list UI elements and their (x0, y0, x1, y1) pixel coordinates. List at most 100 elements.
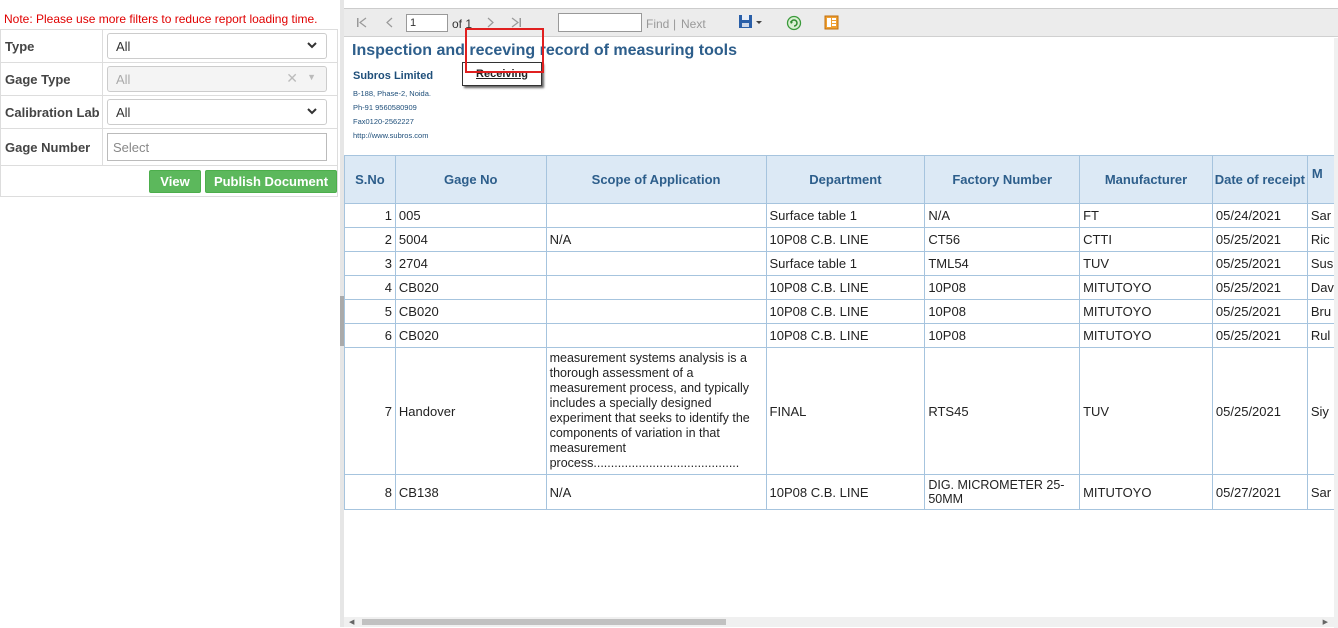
filter-row-type: Type All (1, 30, 337, 63)
table-cell-gage: 005 (394, 203, 547, 228)
report-page: Inspection and receving record of measur… (344, 38, 1338, 618)
column-header[interactable]: Date of receipt (1211, 155, 1308, 204)
table-cell-mfr: MITUTOYO (1079, 474, 1213, 510)
filter-form: Type All Gage Type All ✕ ▼ Calibration L… (0, 29, 338, 197)
table-cell-dept: Surface table 1 (765, 203, 926, 228)
gage-type-select[interactable]: All ✕ ▼ (107, 66, 327, 92)
loading-note: Note: Please use more filters to reduce … (4, 12, 318, 26)
table-cell-gage: CB020 (394, 323, 547, 348)
scrollbar-thumb[interactable] (362, 619, 726, 625)
table-cell-date: 05/25/2021 (1211, 275, 1308, 300)
table-cell-dept: FINAL (765, 347, 926, 475)
table-cell-gage: CB138 (394, 474, 547, 510)
clear-icon[interactable]: ✕ (286, 70, 298, 87)
column-header[interactable]: Scope of Application (545, 155, 767, 204)
table-cell-mfr: CTTI (1079, 227, 1213, 252)
table-cell-scope (545, 203, 767, 228)
table-cell-scope: measurement systems analysis is a thorou… (545, 347, 767, 475)
column-header[interactable]: M (1306, 155, 1338, 204)
table-cell-mfr: TUV (1079, 251, 1213, 276)
column-header[interactable]: Gage No (394, 155, 547, 204)
scroll-left-icon[interactable]: ◀ (349, 618, 354, 626)
page-number-input[interactable]: 1 (406, 14, 448, 32)
table-cell-dept: 10P08 C.B. LINE (765, 474, 926, 510)
chevron-down-icon (307, 108, 317, 115)
column-header[interactable]: S.No (344, 155, 396, 204)
table-cell-date: 05/25/2021 (1211, 299, 1308, 324)
company-fax: Fax0120-2562227 (353, 117, 414, 126)
table-cell-extra: Siy (1306, 347, 1338, 475)
scroll-right-icon[interactable]: ▶ (1323, 618, 1328, 626)
view-button[interactable]: View (149, 170, 201, 193)
find-link[interactable]: Find (646, 17, 669, 31)
company-web[interactable]: http://www.subros.com (353, 131, 433, 140)
publish-document-button[interactable]: Publish Document (205, 170, 337, 193)
horizontal-scrollbar[interactable]: ◀ ▶ (344, 617, 1338, 627)
prev-page-icon[interactable] (384, 17, 395, 28)
company-address: B-188, Phase-2, Noida. (353, 89, 431, 98)
refresh-icon[interactable] (786, 15, 802, 31)
table-row: 6 CB020 10P08 C.B. LINE 10P08 MITUTOYO 05/25/… (344, 323, 1338, 348)
table-cell-sn: 5 (344, 299, 396, 324)
caret-down-icon: ▼ (307, 72, 316, 82)
table-cell-extra: Sus (1306, 251, 1338, 276)
type-select[interactable]: All (107, 33, 327, 59)
company-name: Subros Limited (353, 70, 434, 82)
calibration-lab-select-value: All (116, 104, 131, 120)
filter-row-gage-number: Gage Number Select (1, 129, 337, 166)
table-cell-gage: 5004 (394, 227, 547, 252)
table-cell-gage: CB020 (394, 299, 547, 324)
table-cell-date: 05/25/2021 (1211, 323, 1308, 348)
table-cell-factory: TML54 (924, 251, 1081, 276)
find-input[interactable] (558, 13, 642, 32)
table-row: 8 CB138 N/A 10P08 C.B. LINE DIG. MICROMETER … (344, 474, 1338, 510)
table-row: 5 CB020 10P08 C.B. LINE 10P08 MITUTOYO 05/25/… (344, 299, 1338, 324)
calibration-lab-select[interactable]: All (107, 99, 327, 125)
gage-number-placeholder: Select (113, 139, 150, 155)
table-cell-dept: 10P08 C.B. LINE (765, 275, 926, 300)
table-cell-factory: DIG. MICROMETER 25-50MM (924, 474, 1081, 510)
report-title: Inspection and receving record of measur… (352, 42, 737, 59)
table-cell-scope (545, 323, 767, 348)
export-save-icon[interactable] (738, 14, 764, 30)
table-cell-sn: 8 (344, 474, 396, 510)
table-cell-gage: 2704 (394, 251, 547, 276)
gage-number-input[interactable]: Select (107, 133, 327, 161)
table-cell-sn: 6 (344, 323, 396, 348)
table-cell-gage: CB020 (394, 275, 547, 300)
table-cell-dept: 10P08 C.B. LINE (765, 323, 926, 348)
table-cell-gage: Handover (394, 347, 547, 475)
vertical-scrollbar[interactable] (1334, 38, 1338, 628)
first-page-icon[interactable] (356, 17, 367, 28)
table-cell-extra: Bru (1306, 299, 1338, 324)
table-cell-scope: N/A (545, 227, 767, 252)
table-cell-scope (545, 251, 767, 276)
filter-row-gage-type: Gage Type All ✕ ▼ (1, 63, 337, 96)
table-cell-factory: RTS45 (924, 347, 1081, 475)
table-cell-mfr: MITUTOYO (1079, 299, 1213, 324)
table-row: 3 2704 Surface table 1 TML54 TUV 05/25/2021 Su… (344, 251, 1338, 276)
column-header[interactable]: Manufacturer (1079, 155, 1213, 204)
next-link[interactable]: Next (681, 17, 706, 31)
table-cell-factory: 10P08 (924, 299, 1081, 324)
column-header[interactable]: Department (765, 155, 926, 204)
table-cell-date: 05/25/2021 (1211, 347, 1308, 475)
print-layout-icon[interactable] (824, 15, 839, 30)
last-page-icon[interactable] (511, 17, 522, 28)
toolbar-separator: | (673, 17, 677, 31)
table-body: 1 005 Surface table 1 N/A FT 05/24/2021 Sar 2 50… (344, 203, 1338, 510)
table-cell-factory: N/A (924, 203, 1081, 228)
table-cell-sn: 2 (344, 227, 396, 252)
next-page-icon[interactable] (485, 17, 496, 28)
table-header-row: S.No Gage No Scope of Application Depart… (344, 155, 1338, 204)
table-cell-date: 05/25/2021 (1211, 227, 1308, 252)
table-cell-scope (545, 275, 767, 300)
table-cell-sn: 7 (344, 347, 396, 475)
filter-panel: Note: Please use more filters to reduce … (0, 0, 340, 627)
table-cell-sn: 3 (344, 251, 396, 276)
table-cell-scope (545, 299, 767, 324)
table-cell-date: 05/24/2021 (1211, 203, 1308, 228)
table-cell-factory: CT56 (924, 227, 1081, 252)
table-row: 1 005 Surface table 1 N/A FT 05/24/2021 Sar (344, 203, 1338, 228)
column-header[interactable]: Factory Number (924, 155, 1081, 204)
